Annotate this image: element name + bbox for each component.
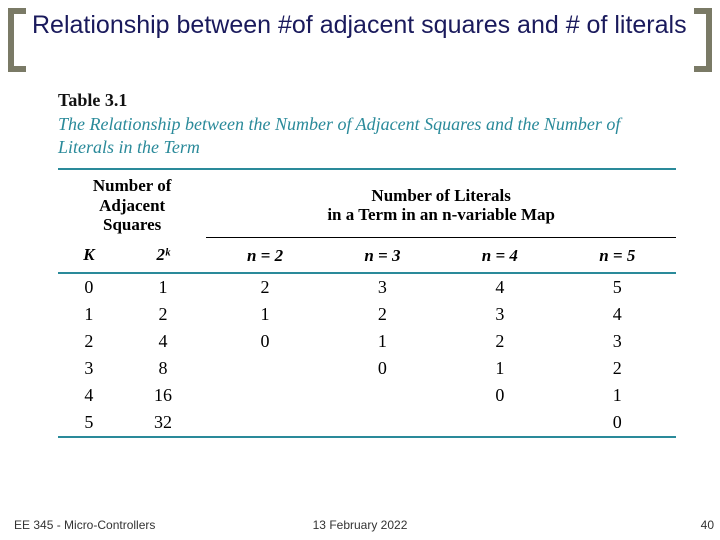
table-row: 012345 bbox=[58, 274, 676, 301]
table-cell: 32 bbox=[120, 409, 207, 437]
table-caption: The Relationship between the Number of A… bbox=[58, 113, 676, 158]
table-cell: 5 bbox=[559, 274, 676, 301]
col-header-n2: n = 2 bbox=[206, 237, 323, 273]
table-cell: 1 bbox=[206, 301, 323, 328]
col-header-2k: 2ᵏ bbox=[120, 237, 207, 273]
data-table: Number of Adjacent Squares Number of Lit… bbox=[58, 168, 676, 438]
slide-footer: EE 345 - Micro-Controllers 13 February 2… bbox=[0, 518, 720, 532]
table-cell: 3 bbox=[441, 301, 558, 328]
table-cell: 2 bbox=[324, 301, 441, 328]
table-cell: 2 bbox=[120, 301, 207, 328]
table-cell: 2 bbox=[559, 355, 676, 382]
table-row: 240123 bbox=[58, 328, 676, 355]
table-container: Table 3.1 The Relationship between the N… bbox=[58, 90, 676, 438]
table-row: 38 012 bbox=[58, 355, 676, 382]
col-header-n3: n = 3 bbox=[324, 237, 441, 273]
table-cell: 5 bbox=[58, 409, 120, 437]
table-cell bbox=[206, 409, 323, 437]
table-cell: 4 bbox=[559, 301, 676, 328]
bracket-left-icon bbox=[8, 8, 26, 72]
table-cell: 0 bbox=[441, 382, 558, 409]
table-cell: 1 bbox=[58, 301, 120, 328]
table-cell bbox=[206, 355, 323, 382]
table-cell: 0 bbox=[559, 409, 676, 437]
col-header-n5: n = 5 bbox=[559, 237, 676, 273]
table-cell: 4 bbox=[58, 382, 120, 409]
footer-date: 13 February 2022 bbox=[313, 518, 408, 532]
sub-header-row: K 2ᵏ n = 2 n = 3 n = 4 n = 5 bbox=[58, 237, 676, 273]
col-header-n4: n = 4 bbox=[441, 237, 558, 273]
table-cell: 0 bbox=[324, 355, 441, 382]
group-header-left: Number of Adjacent Squares bbox=[58, 170, 206, 237]
bracket-right-icon bbox=[694, 8, 712, 72]
table-cell bbox=[324, 382, 441, 409]
table-cell bbox=[206, 382, 323, 409]
table-cell: 0 bbox=[206, 328, 323, 355]
table-cell: 0 bbox=[58, 274, 120, 301]
table-cell: 1 bbox=[441, 355, 558, 382]
table-cell: 2 bbox=[58, 328, 120, 355]
table-cell: 16 bbox=[120, 382, 207, 409]
table-row: 532 0 bbox=[58, 409, 676, 437]
table-cell: 3 bbox=[559, 328, 676, 355]
table-cell: 1 bbox=[324, 328, 441, 355]
table-cell: 1 bbox=[559, 382, 676, 409]
table-cell: 4 bbox=[120, 328, 207, 355]
table-cell bbox=[324, 409, 441, 437]
table-cell: 8 bbox=[120, 355, 207, 382]
table-cell: 3 bbox=[58, 355, 120, 382]
table-cell: 2 bbox=[206, 274, 323, 301]
table-body: 01234512123424012338012416015320 bbox=[58, 274, 676, 437]
slide-title: Relationship between #of adjacent square… bbox=[26, 6, 694, 40]
slide-title-bar: Relationship between #of adjacent square… bbox=[0, 0, 720, 72]
table-row: 121234 bbox=[58, 301, 676, 328]
table-cell bbox=[441, 409, 558, 437]
group-header-right: Number of Literals in a Term in an n-var… bbox=[206, 170, 676, 237]
table-label: Table 3.1 bbox=[58, 90, 676, 111]
footer-course: EE 345 - Micro-Controllers bbox=[14, 518, 155, 532]
table-row: 416 01 bbox=[58, 382, 676, 409]
table-cell: 2 bbox=[441, 328, 558, 355]
table-cell: 3 bbox=[324, 274, 441, 301]
table-cell: 4 bbox=[441, 274, 558, 301]
table-cell: 1 bbox=[120, 274, 207, 301]
footer-page: 40 bbox=[701, 518, 714, 532]
col-header-k: K bbox=[58, 237, 120, 273]
